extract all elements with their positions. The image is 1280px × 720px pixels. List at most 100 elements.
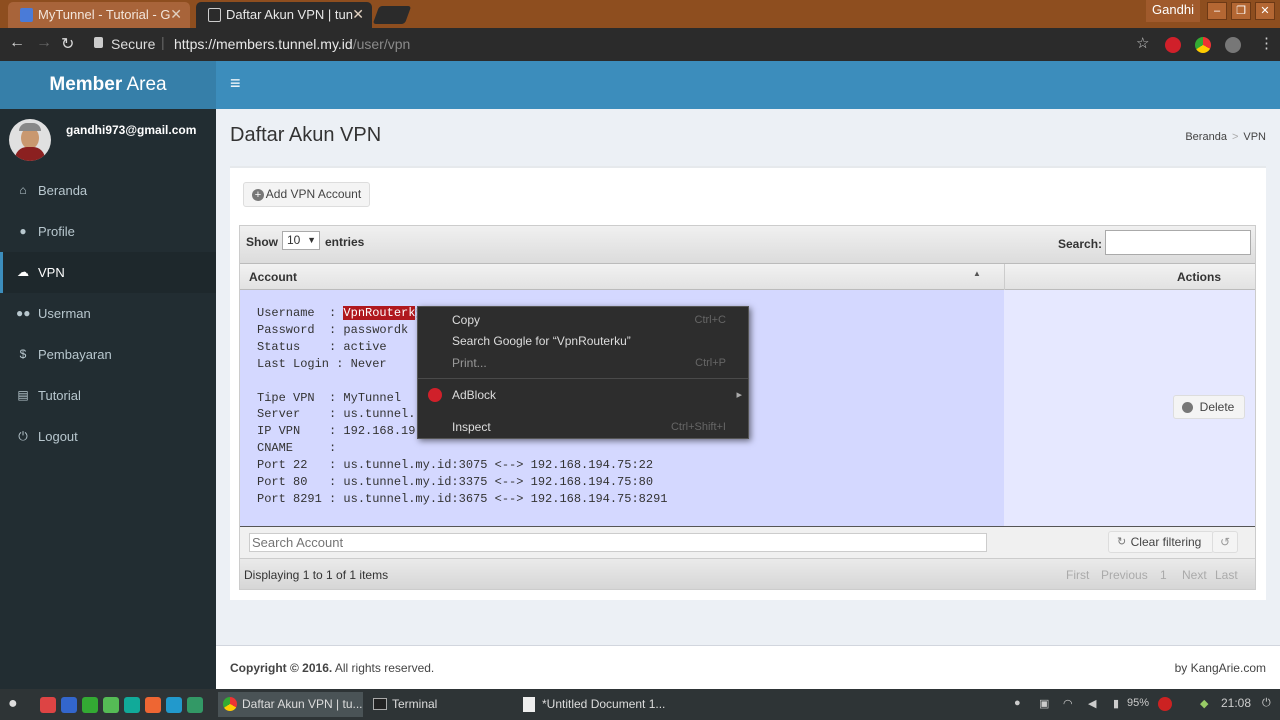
- arduino-icon[interactable]: [124, 697, 140, 713]
- shortcut-label: Ctrl+C: [694, 314, 726, 326]
- sidebar: gandhi973@gmail.com ⌂ Beranda ● Profile ☁ V…: [0, 109, 216, 689]
- globe-icon[interactable]: [1225, 37, 1241, 53]
- task-text-editor[interactable]: *Untitled Document 1...: [518, 692, 668, 717]
- sidebar-item-vpn[interactable]: ☁ VPN: [0, 252, 216, 293]
- url-path: /user/vpn: [352, 36, 411, 52]
- book-icon: ▤: [17, 388, 29, 402]
- secure-label: Secure: [111, 36, 156, 52]
- sidebar-item-beranda[interactable]: ⌂ Beranda: [0, 170, 216, 211]
- reset-button[interactable]: ↺: [1212, 531, 1238, 553]
- task-label: Daftar Akun VPN | tu...: [242, 697, 363, 711]
- task-chrome[interactable]: Daftar Akun VPN | tu...: [218, 692, 363, 717]
- detail-line: Password : passwordk: [257, 322, 409, 337]
- maximize-button[interactable]: ❐: [1231, 2, 1251, 20]
- sidebar-item-pembayaran[interactable]: $ Pembayaran: [0, 334, 216, 375]
- terminal-icon: [373, 698, 387, 710]
- top-navbar: ≡: [216, 61, 1280, 109]
- git-icon[interactable]: [145, 697, 161, 713]
- battery-percent: 95%: [1127, 697, 1150, 709]
- pager-page[interactable]: 1: [1160, 568, 1167, 582]
- app-icon[interactable]: [82, 697, 98, 713]
- wifi-icon[interactable]: ◠: [1063, 697, 1073, 710]
- sort-asc-icon[interactable]: ▲: [973, 269, 981, 278]
- adblock-icon[interactable]: [1158, 697, 1172, 711]
- chrome-icon[interactable]: [40, 697, 56, 713]
- context-adblock[interactable]: AdBlock: [452, 385, 496, 405]
- breadcrumb-beranda[interactable]: Beranda: [1185, 131, 1227, 143]
- home-icon: ⌂: [19, 183, 27, 197]
- delete-label: Delete: [1199, 400, 1235, 414]
- user-menu-icon[interactable]: ●: [8, 695, 18, 713]
- clock[interactable]: 21:08: [1221, 696, 1251, 710]
- footer-credit[interactable]: by KangArie.com: [1175, 661, 1266, 675]
- context-search-google[interactable]: Search Google for “VpnRouterku”: [452, 331, 631, 351]
- clear-filtering-button[interactable]: ↻ Clear filtering: [1108, 531, 1214, 553]
- sidebar-item-label: Userman: [38, 306, 91, 321]
- pager-first[interactable]: First: [1066, 568, 1089, 582]
- os-taskbar: ● Daftar Akun VPN | tu... Terminal *Unti…: [0, 689, 1280, 720]
- android-icon[interactable]: [103, 697, 119, 713]
- shield-icon[interactable]: ◆: [1200, 697, 1208, 710]
- tab-label: Daftar Akun VPN | tun: [226, 7, 353, 22]
- tab-daftar-akun-vpn[interactable]: Daftar Akun VPN | tun ✕: [196, 2, 372, 28]
- username-selected[interactable]: VpnRouterk: [343, 306, 416, 320]
- app-logo[interactable]: Member Area: [0, 61, 216, 109]
- profile-name[interactable]: Gandhi: [1146, 0, 1200, 22]
- delete-button[interactable]: Delete: [1173, 395, 1245, 419]
- close-window-button[interactable]: ✕: [1255, 2, 1275, 20]
- pager-previous[interactable]: Previous: [1101, 568, 1148, 582]
- search-input[interactable]: [1105, 230, 1251, 255]
- new-tab-button[interactable]: [372, 6, 412, 24]
- pager-next[interactable]: Next: [1182, 568, 1207, 582]
- column-account[interactable]: Account: [249, 270, 297, 284]
- logo-bold: Member: [49, 74, 123, 95]
- context-copy[interactable]: Copy: [452, 310, 480, 330]
- column-divider: [1004, 264, 1005, 290]
- sidebar-item-profile[interactable]: ● Profile: [0, 211, 216, 252]
- dollar-icon: $: [19, 347, 27, 361]
- close-icon[interactable]: ✕: [170, 2, 182, 27]
- battery-icon[interactable]: ▮: [1113, 697, 1119, 710]
- sidebar-item-tutorial[interactable]: ▤ Tutorial: [0, 375, 216, 416]
- app-icon[interactable]: [187, 697, 203, 713]
- clipboard-icon[interactable]: ▣: [1039, 697, 1049, 710]
- minimize-button[interactable]: –: [1207, 2, 1227, 20]
- telegram-icon[interactable]: [166, 697, 182, 713]
- avatar: [9, 119, 51, 161]
- user-icon[interactable]: ●: [1014, 697, 1021, 709]
- sidebar-item-userman[interactable]: ●● Userman: [0, 293, 216, 334]
- shortcut-label: Ctrl+Shift+I: [670, 421, 726, 433]
- menu-icon[interactable]: ⋮: [1259, 34, 1274, 52]
- chevron-right-icon: ▸: [736, 389, 742, 401]
- tab-label: MyTunnel - Tutorial - G: [38, 7, 171, 22]
- forward-icon[interactable]: →: [36, 34, 52, 52]
- url-field[interactable]: https://members.tunnel.my.id/user/vpn: [174, 36, 410, 52]
- search-account-input[interactable]: [249, 533, 987, 552]
- minus-circle-icon: [1182, 402, 1193, 413]
- xdk-icon[interactable]: [61, 697, 77, 713]
- page-title: Daftar Akun VPN: [230, 124, 382, 146]
- user-icon: ●: [19, 224, 27, 238]
- task-terminal[interactable]: Terminal: [368, 692, 513, 717]
- address-bar: ← → ↻ Secure | https://members.tunnel.my…: [0, 28, 1280, 61]
- sidebar-item-logout[interactable]: ⏻ Logout: [0, 416, 216, 457]
- context-print[interactable]: Print...: [452, 353, 487, 373]
- page-icon: [208, 8, 221, 22]
- close-icon[interactable]: ✕: [352, 2, 364, 27]
- reload-icon[interactable]: ↻: [61, 34, 74, 54]
- browser-tab-bar: MyTunnel - Tutorial - G ✕ Daftar Akun VP…: [0, 0, 1280, 28]
- back-icon[interactable]: ←: [9, 34, 25, 52]
- volume-icon[interactable]: ◀: [1088, 697, 1096, 710]
- tab-mytunnel-tutorial[interactable]: MyTunnel - Tutorial - G ✕: [8, 2, 190, 28]
- context-inspect[interactable]: Inspect: [452, 417, 491, 437]
- page-size-select[interactable]: 10 ▼: [282, 231, 320, 250]
- adblock-icon[interactable]: [1165, 37, 1181, 53]
- star-icon[interactable]: ☆: [1136, 34, 1149, 52]
- power-icon[interactable]: ⏻: [1262, 697, 1271, 710]
- chrome-ext-icon[interactable]: [1195, 37, 1211, 53]
- pager-last[interactable]: Last: [1215, 568, 1238, 582]
- add-vpn-account-button[interactable]: + Add VPN Account: [243, 182, 370, 207]
- filter-row: ↻ Clear filtering ↺: [240, 527, 1255, 559]
- sidebar-item-label: Profile: [38, 224, 75, 239]
- hamburger-icon[interactable]: ≡: [230, 73, 241, 94]
